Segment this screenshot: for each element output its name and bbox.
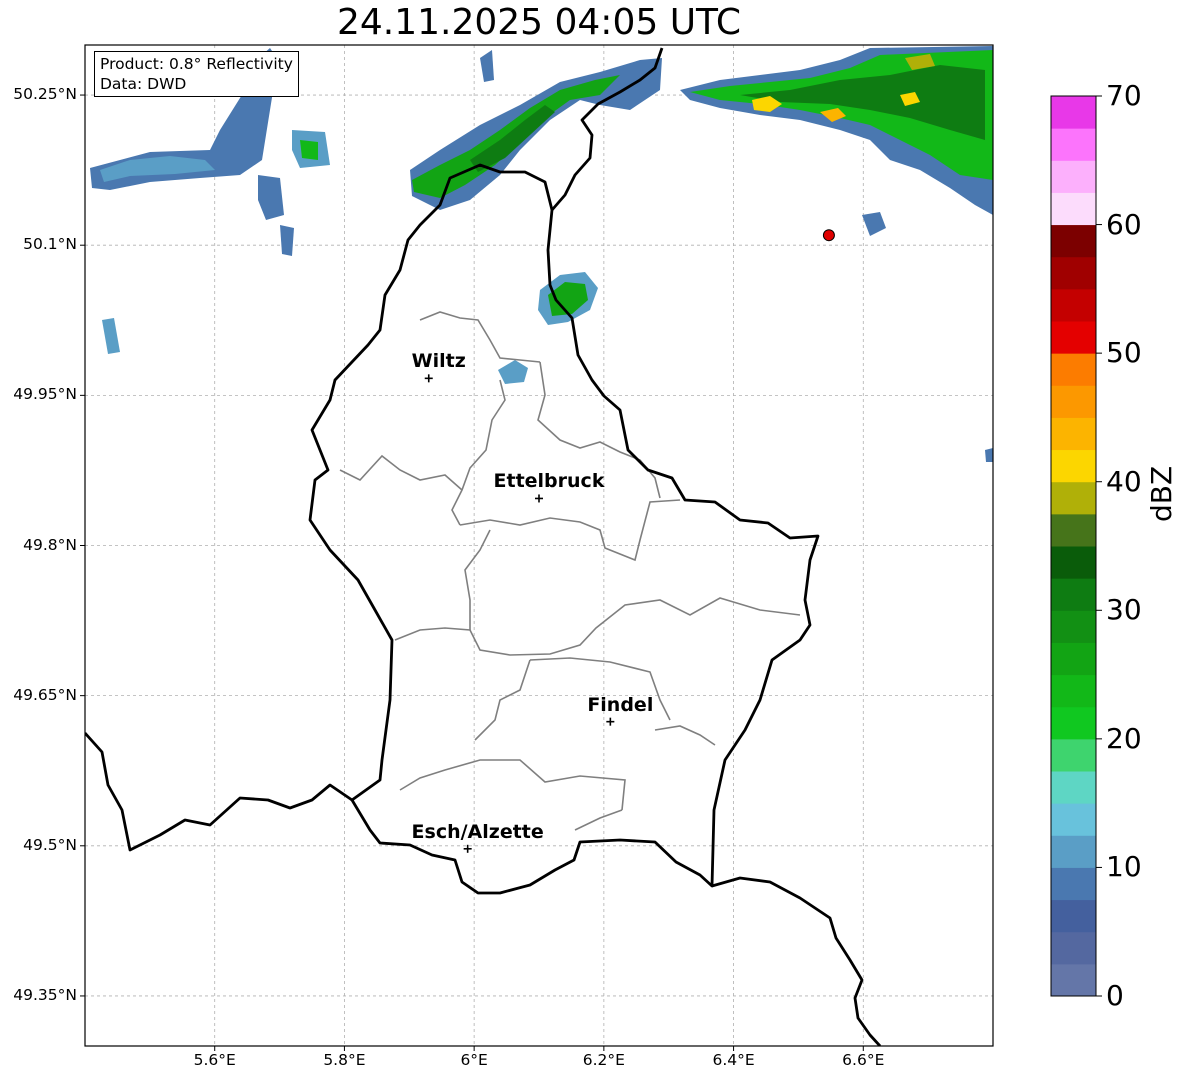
product-label: Product: 0.8° Reflectivity: [100, 55, 293, 73]
echo-e-dot: [985, 448, 993, 462]
colorbar-segment: [1051, 321, 1096, 354]
colorbar-segment: [1051, 385, 1096, 418]
lat-ticks: [80, 94, 85, 997]
lat-tick-label: 50.25°N: [13, 85, 77, 104]
map-background: [85, 45, 993, 1046]
colorbar-unit-label: dBZ: [1145, 465, 1178, 522]
colorbar-segment: [1051, 128, 1096, 161]
lon-tick-label: 6°E: [460, 1051, 488, 1069]
lon-tick-label: 5.6°E: [193, 1051, 236, 1069]
lon-tick-label: 6.6°E: [842, 1051, 885, 1069]
colorbar-segment: [1051, 513, 1096, 547]
product-info-box: Product: 0.8° Reflectivity Data: DWD: [94, 51, 299, 97]
radar-map: [80, 44, 1102, 1051]
colorbar-segment: [1051, 160, 1096, 193]
colorbar-segment: [1051, 481, 1096, 515]
colorbar-segment: [1051, 224, 1096, 258]
colorbar-tick-label: 40: [1106, 464, 1142, 498]
lon-tick-label: 6.4°E: [712, 1051, 755, 1069]
lon-tick-label: 6.2°E: [582, 1051, 625, 1069]
colorbar-segment: [1051, 642, 1096, 676]
colorbar-tick-label: 50: [1106, 336, 1142, 370]
city-label: Esch/Alzette: [411, 820, 544, 843]
colorbar-tick-label: 0: [1106, 979, 1124, 1012]
colorbar-segment: [1051, 288, 1096, 322]
colorbar-segment: [1051, 192, 1096, 226]
lat-tick-label: 49.95°N: [13, 385, 77, 404]
colorbar-segment: [1051, 963, 1096, 997]
lat-tick-label: 50.1°N: [23, 235, 77, 254]
colorbar-segment: [1051, 738, 1096, 772]
colorbar-segment: [1051, 771, 1096, 804]
colorbar-segment: [1051, 931, 1096, 965]
colorbar-segment: [1051, 835, 1096, 868]
colorbar-segment: [1051, 674, 1096, 708]
colorbar-segment: [1051, 256, 1096, 290]
colorbar: [1051, 95, 1102, 997]
city-label: Findel: [587, 693, 654, 716]
lat-tick-label: 49.35°N: [13, 985, 77, 1004]
colorbar-segment: [1051, 899, 1096, 933]
colorbar-segment: [1051, 353, 1096, 386]
echo-nw-small-b-core: [300, 140, 318, 160]
colorbar-tick-label: 10: [1106, 850, 1142, 884]
lat-tick-label: 49.65°N: [13, 685, 77, 704]
colorbar-tick-label: 60: [1106, 207, 1142, 241]
lat-tick-label: 49.8°N: [23, 535, 77, 554]
lon-tick-label: 5.8°E: [323, 1051, 366, 1069]
colorbar-segment: [1051, 449, 1096, 483]
echo-nw-small-c: [280, 225, 294, 256]
colorbar-segment: [1051, 803, 1096, 836]
colorbar-segment: [1051, 578, 1096, 611]
colorbar-tick-label: 70: [1106, 79, 1142, 112]
colorbar-segment: [1051, 610, 1096, 643]
colorbar-tick-label: 20: [1106, 721, 1142, 755]
colorbar-tick-label: 30: [1106, 593, 1142, 627]
colorbar-segment: [1051, 417, 1096, 451]
colorbar-segment: [1051, 706, 1096, 740]
colorbar-segment: [1051, 867, 1096, 901]
radar-site-marker: [822, 229, 835, 242]
lat-tick-label: 49.5°N: [23, 835, 77, 854]
data-source-label: Data: DWD: [100, 75, 187, 93]
colorbar-segment: [1051, 546, 1096, 579]
city-label: Ettelbruck: [493, 470, 605, 493]
colorbar-segment: [1051, 96, 1096, 129]
city-label: Wiltz: [411, 350, 466, 373]
